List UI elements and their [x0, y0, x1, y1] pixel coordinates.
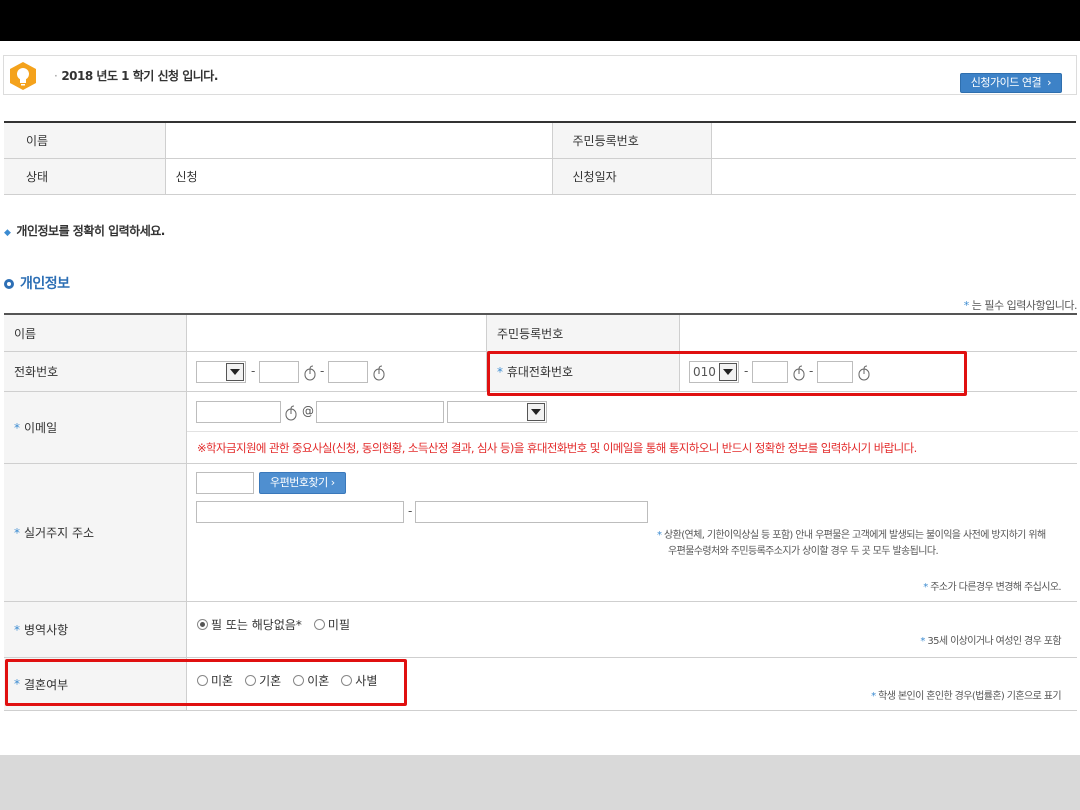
required-star-icon: *: [14, 622, 20, 637]
required-star-icon: *: [963, 299, 970, 312]
chevron-right-icon: ›: [1047, 76, 1051, 89]
address-main-input[interactable]: [196, 501, 404, 523]
info-date-value: [710, 158, 1076, 195]
info-rrn-label: 주민등록번호: [551, 122, 711, 159]
guide-link-label: 신청가이드 연결: [970, 76, 1042, 89]
form-row-address: * 실거주지 주소 우편번호찾기 › - * 상환(연체, 기한이익상실 등 포함…: [4, 464, 1077, 602]
application-info-table: 이름 주민등록번호 상태 신청 신청일자: [4, 121, 1076, 195]
dash: -: [251, 364, 256, 378]
dash: -: [320, 364, 325, 378]
form-military-cell: 필 또는 해당없음* 미필 * 35세 이상이거나 여성인 경우 포함: [186, 602, 1077, 657]
form-row-military: * 병역사항 필 또는 해당없음* 미필 * 35세 이상이거나 여성인 경우 포…: [4, 602, 1077, 658]
warning-text: ※학자금지원에 관한 중요사실(신청, 동의현황, 소득산정 결과, 심사 등)…: [197, 441, 917, 455]
notice-bar: · 2018 년도 1 학기 신청 입니다. 신청가이드 연결 ›: [3, 55, 1077, 95]
email-domain-input[interactable]: [316, 401, 444, 423]
marital-note: * 학생 본인이 혼인한 경우(법률혼) 기혼으로 표기: [871, 691, 1062, 702]
dash: -: [408, 504, 413, 518]
email-at-sign: @: [302, 404, 314, 418]
mouse-keyboard-icon[interactable]: [373, 365, 385, 381]
personal-info-form: 이름 주민등록번호 전화번호 - - * 휴대전화번호 010 - - * 이메일: [4, 313, 1078, 711]
bullet-icon: ·: [54, 69, 58, 83]
military-note: * 35세 이상이거나 여성인 경우 포함: [920, 636, 1061, 647]
chevron-down-icon: [527, 403, 545, 421]
info-date-label: 신청일자: [551, 158, 711, 195]
form-address-label: * 실거주지 주소: [4, 464, 186, 601]
email-id-input[interactable]: [196, 401, 281, 423]
info-status-label: 상태: [4, 158, 165, 195]
required-note: * 는 필수 입력사항입니다.: [963, 299, 1078, 312]
form-phone-cell: - -: [186, 352, 486, 391]
notice-text: 2018 년도 1 학기 신청 입니다.: [61, 69, 218, 83]
form-rrn-label: 주민등록번호: [486, 315, 679, 351]
address-change-note: * 주소가 다른경우 변경해 주십시오.: [923, 582, 1061, 593]
chevron-right-icon: ›: [330, 476, 335, 489]
required-star-icon: *: [14, 420, 20, 435]
chevron-down-icon: [226, 363, 244, 381]
address-detail-input[interactable]: [415, 501, 648, 523]
radio-checked-icon[interactable]: [197, 619, 208, 630]
address-note: * 상환(연체, 기한이익상실 등 포함) 안내 우편물은 고객에게 발생되는 …: [657, 530, 1046, 557]
top-black-bar: [0, 0, 1080, 41]
military-radio-group: 필 또는 해당없음* 미필: [197, 616, 362, 633]
info-status-value: 신청: [164, 158, 552, 195]
mouse-keyboard-icon[interactable]: [285, 405, 297, 421]
form-rrn-value: [679, 315, 1077, 351]
info-name-label: 이름: [4, 122, 165, 159]
zipcode-search-button[interactable]: 우편번호찾기 ›: [259, 472, 346, 494]
form-email-label: * 이메일: [4, 392, 186, 463]
info-name-value: [164, 122, 552, 159]
required-star-icon: *: [871, 691, 876, 702]
mobile-highlight-box: [487, 351, 967, 396]
form-row-email: * 이메일 @ ※학자금지원에 관한 중요사실(신청, 동의현황, 소득산정 결과…: [4, 392, 1078, 464]
required-star-icon: *: [657, 530, 662, 541]
diamond-bullet-icon: ◆: [4, 228, 11, 238]
bottom-gray-bar: [0, 755, 1080, 810]
info-rrn-value: [710, 122, 1076, 159]
lightbulb-icon: [10, 62, 36, 90]
guide-link-button[interactable]: 신청가이드 연결 ›: [959, 73, 1062, 93]
instruction-text: ◆ 개인정보를 정확히 입력하세요.: [4, 224, 165, 238]
required-star-icon: *: [923, 582, 928, 593]
email-domain-select[interactable]: [447, 401, 547, 423]
form-row-name: 이름 주민등록번호: [4, 315, 1077, 352]
required-star-icon: *: [14, 525, 20, 540]
marital-highlight-box: [5, 659, 407, 706]
required-star-icon: *: [920, 636, 925, 647]
phone-area-select[interactable]: [196, 361, 246, 383]
email-warning-area: ※학자금지원에 관한 중요사실(신청, 동의현황, 소득산정 결과, 심사 등)…: [187, 432, 1078, 464]
military-option-exempt[interactable]: 필 또는 해당없음*: [197, 616, 302, 633]
military-option-unserved[interactable]: 미필: [313, 616, 350, 633]
phone-last-input[interactable]: [328, 361, 368, 383]
form-name-value: [186, 315, 486, 351]
phone-mid-input[interactable]: [259, 361, 299, 383]
zipcode-search-label: 우편번호찾기: [270, 476, 328, 489]
email-inputs: @: [187, 392, 1078, 432]
form-address-cell: 우편번호찾기 › - * 상환(연체, 기한이익상실 등 포함) 안내 우편물은…: [186, 464, 1077, 601]
form-name-label: 이름: [4, 315, 186, 351]
section-title: 개인정보: [4, 273, 70, 293]
ring-bullet-icon: [4, 279, 14, 289]
mouse-keyboard-icon[interactable]: [304, 365, 316, 381]
form-military-label: * 병역사항: [4, 602, 186, 657]
form-phone-label: 전화번호: [4, 352, 186, 391]
radio-icon[interactable]: [313, 619, 325, 630]
zipcode-input[interactable]: [196, 472, 254, 494]
form-email-cell: @ ※학자금지원에 관한 중요사실(신청, 동의현황, 소득산정 결과, 심사 …: [186, 392, 1078, 464]
